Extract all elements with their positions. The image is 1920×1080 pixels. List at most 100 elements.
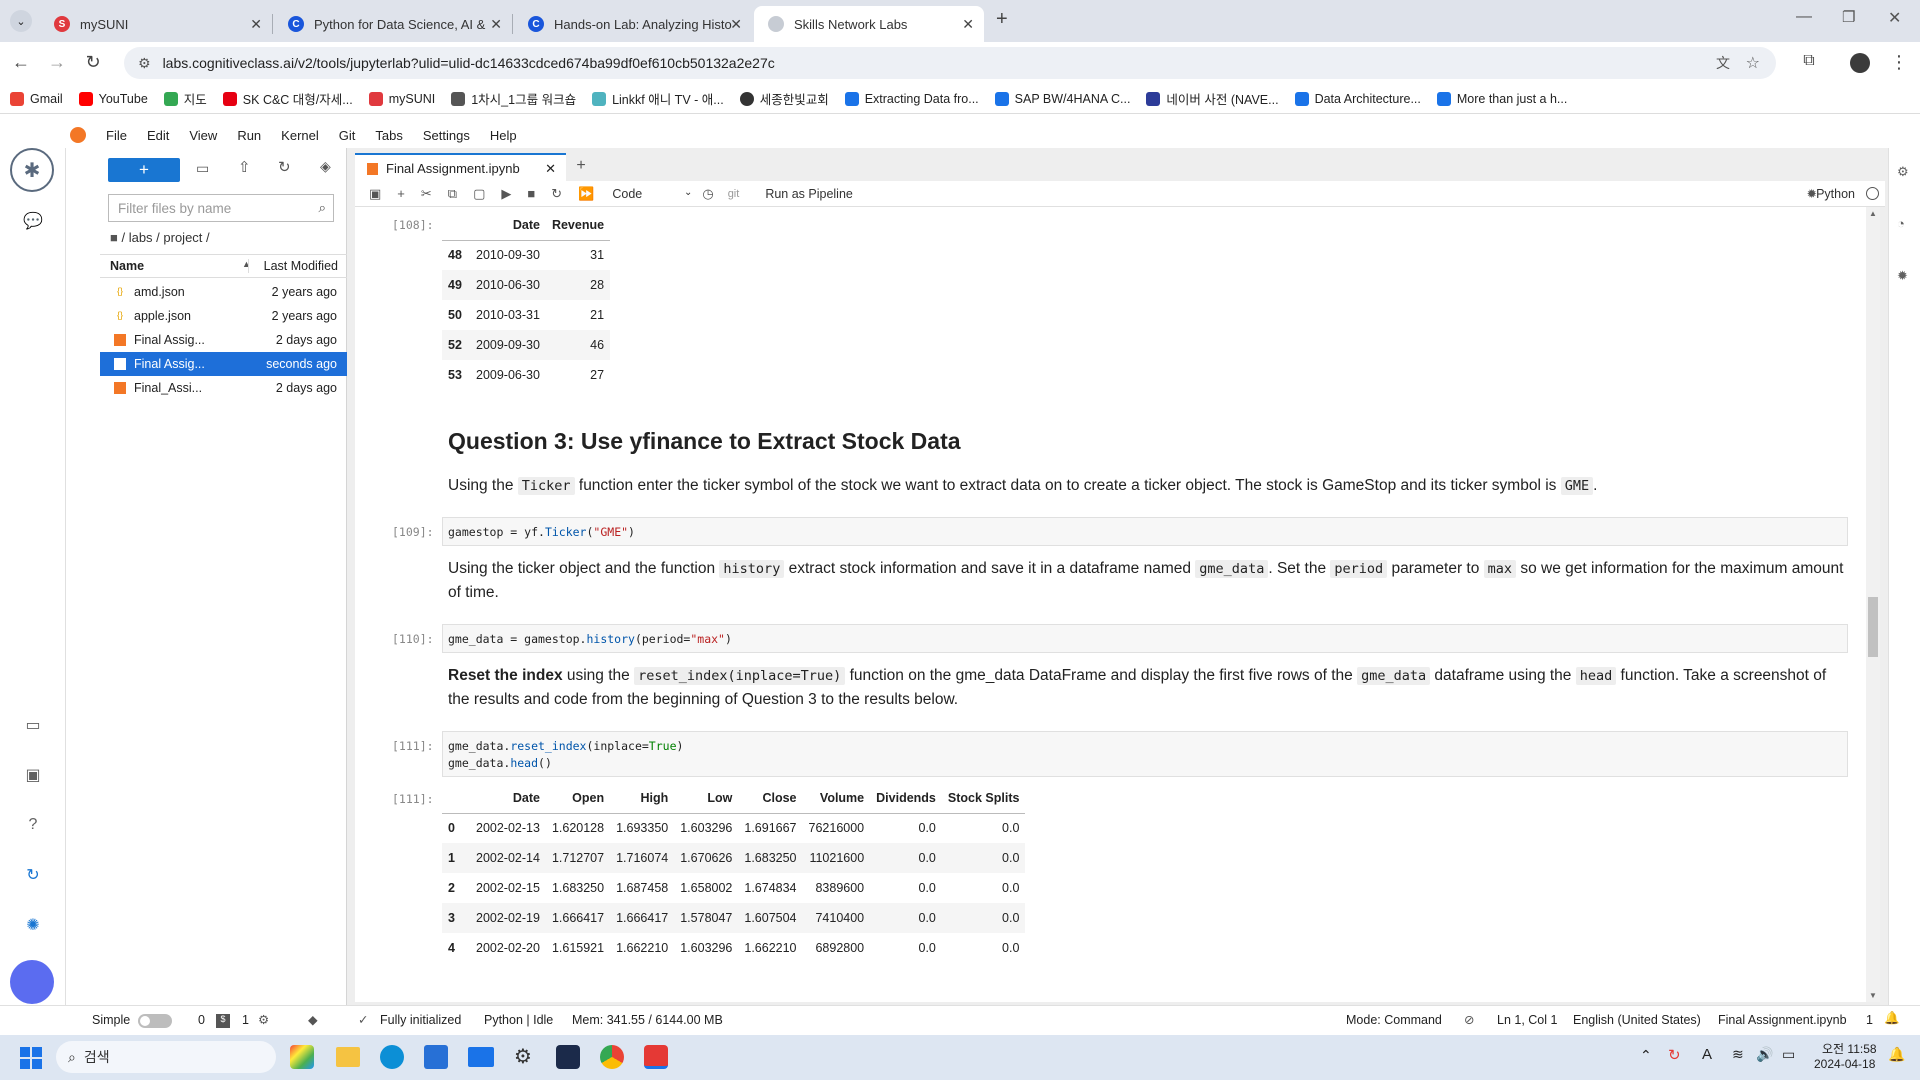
menu-run[interactable]: Run: [237, 128, 261, 143]
reload-icon[interactable]: ↻: [82, 52, 104, 73]
bell-icon[interactable]: 🔔: [1884, 1011, 1900, 1026]
theme-icon[interactable]: ✺: [22, 914, 44, 936]
profile-avatar-icon[interactable]: [1850, 53, 1870, 73]
bookmark-mysuni[interactable]: mySUNI: [368, 91, 435, 106]
restore-window-button[interactable]: ❐: [1842, 8, 1855, 26]
code-cell-110[interactable]: gme_data = gamestop.history(period="max"…: [442, 624, 1848, 653]
browser-tab-python-course[interactable]: C Python for Data Science, AI & ✕: [274, 6, 513, 42]
bookmark-youtube[interactable]: YouTube: [78, 91, 148, 106]
bookmark-church[interactable]: 세종한빛교회: [739, 89, 829, 108]
menu-help[interactable]: Help: [490, 128, 517, 143]
inbox-icon[interactable]: ▭: [22, 714, 44, 736]
back-arrow-icon[interactable]: ←: [10, 52, 32, 73]
bookmark-workshop[interactable]: 1차시_1그룹 워크숍: [451, 89, 576, 108]
chrome-icon[interactable]: [600, 1045, 624, 1069]
bookmark-extracting-data[interactable]: Extracting Data fro...: [844, 91, 979, 106]
stop-icon[interactable]: ■: [527, 186, 535, 201]
scroll-down-icon[interactable]: ▼: [1869, 991, 1877, 1000]
code-cell-109[interactable]: gamestop = yf.Ticker("GME"): [442, 517, 1848, 546]
run-as-pipeline-button[interactable]: Run as Pipeline: [765, 187, 853, 201]
file-explorer-icon[interactable]: [336, 1047, 360, 1067]
git-status-icon[interactable]: ◆: [308, 1012, 318, 1027]
clock-date[interactable]: 2024-04-18: [1814, 1057, 1875, 1071]
wifi-icon[interactable]: ≋: [1732, 1046, 1744, 1063]
snipping-tool-icon[interactable]: [644, 1045, 668, 1069]
run-icon[interactable]: ▶: [501, 186, 511, 202]
sync-tray-icon[interactable]: ↻: [1668, 1046, 1681, 1064]
save-icon[interactable]: ▣: [369, 186, 381, 202]
volume-icon[interactable]: 🔊: [1756, 1046, 1773, 1063]
battery-icon[interactable]: ▭: [1782, 1046, 1795, 1063]
file-list-item[interactable]: Final_Assi... 2 days ago: [100, 376, 347, 400]
chat-icon[interactable]: 💬: [22, 210, 44, 232]
translate-icon[interactable]: 文: [1716, 53, 1730, 73]
simple-mode-toggle[interactable]: [138, 1014, 172, 1028]
column-modified-header[interactable]: Last Modified: [248, 259, 338, 273]
show-hidden-icons-icon[interactable]: ⌃: [1640, 1047, 1652, 1064]
debugger-icon[interactable]: ✹: [1897, 268, 1908, 284]
ime-icon[interactable]: A: [1702, 1046, 1712, 1063]
bookmark-linkkf[interactable]: Linkkf 애니 TV - 애...: [592, 89, 724, 108]
menu-view[interactable]: View: [189, 128, 217, 143]
lsp-status-text[interactable]: Fully initialized: [380, 1013, 461, 1027]
paste-icon[interactable]: ▢: [473, 186, 485, 202]
browser-tab-skills-network[interactable]: Skills Network Labs ✕: [754, 6, 984, 42]
kernel-status-text[interactable]: Python | Idle: [484, 1013, 553, 1027]
git-clone-icon[interactable]: ◈: [320, 158, 331, 175]
bookmark-more[interactable]: More than just a h...: [1436, 91, 1567, 106]
new-launcher-button[interactable]: +: [108, 158, 180, 182]
kernel-count[interactable]: 1: [242, 1013, 249, 1027]
notification-count[interactable]: 1: [1866, 1013, 1873, 1027]
close-notebook-tab-icon[interactable]: ✕: [545, 161, 556, 177]
cursor-position[interactable]: Ln 1, Col 1: [1497, 1013, 1557, 1027]
spellcheck-language[interactable]: English (United States): [1573, 1013, 1701, 1027]
clock-icon[interactable]: ◷: [702, 186, 713, 202]
clock-time[interactable]: 오전 11:58: [1822, 1040, 1877, 1057]
help-icon[interactable]: ?: [22, 814, 44, 836]
code-cell-111[interactable]: gme_data.reset_index(inplace=True) gme_d…: [442, 731, 1848, 777]
menu-git[interactable]: Git: [339, 128, 356, 143]
menu-kernel[interactable]: Kernel: [281, 128, 319, 143]
cell-type-select[interactable]: Code ⌄: [612, 187, 692, 201]
bookmark-skcc[interactable]: SK C&C 대형/자세...: [222, 89, 353, 108]
close-window-button[interactable]: ✕: [1888, 8, 1901, 28]
minimize-window-button[interactable]: —: [1796, 8, 1812, 26]
close-tab-icon[interactable]: ✕: [490, 16, 502, 33]
close-tab-icon[interactable]: ✕: [962, 16, 974, 33]
kernel-name[interactable]: Python: [1816, 187, 1855, 201]
notification-bell-icon[interactable]: 🔔: [1888, 1046, 1905, 1063]
notebook-scrollbar[interactable]: ▲ ▼: [1866, 207, 1880, 1002]
colorful-app-icon[interactable]: [290, 1045, 314, 1069]
browser-tab-hands-on-lab[interactable]: C Hands-on Lab: Analyzing Histo ✕: [514, 6, 752, 42]
browser-tab-mysuni[interactable]: S mySUNI ✕: [40, 6, 273, 42]
menu-settings[interactable]: Settings: [423, 128, 470, 143]
edge-icon[interactable]: [380, 1045, 404, 1069]
close-tab-icon[interactable]: ✕: [250, 16, 262, 33]
documentation-icon[interactable]: ▣: [22, 764, 44, 786]
menu-edit[interactable]: Edit: [147, 128, 169, 143]
scrollbar-thumb[interactable]: [1868, 597, 1878, 657]
file-list-item[interactable]: {} amd.json 2 years ago: [100, 280, 347, 304]
bookmark-sap[interactable]: SAP BW/4HANA C...: [994, 91, 1130, 106]
upload-icon[interactable]: ⇧: [238, 158, 251, 176]
forward-arrow-icon[interactable]: →: [46, 52, 68, 73]
user-avatar[interactable]: [10, 960, 54, 1004]
resource-usage-icon[interactable]: ◔: [1897, 216, 1905, 231]
scroll-up-icon[interactable]: ▲: [1869, 209, 1877, 218]
mail-icon[interactable]: [468, 1047, 494, 1067]
browser-menu-icon[interactable]: ⋮: [1888, 52, 1910, 73]
notebook-tab[interactable]: Final Assignment.ipynb ✕: [355, 153, 566, 182]
site-info-icon[interactable]: ⚙: [138, 55, 151, 72]
no-bug-icon[interactable]: ⊘: [1464, 1012, 1474, 1027]
settings-icon[interactable]: ⚙: [514, 1044, 532, 1069]
bookmark-maps[interactable]: 지도: [163, 89, 207, 108]
tab-list-dropdown[interactable]: ⌄: [10, 10, 32, 32]
insert-cell-icon[interactable]: +: [397, 186, 405, 201]
breadcrumb[interactable]: ■ / labs / project /: [110, 230, 210, 245]
bookmark-star-icon[interactable]: ☆: [1746, 53, 1760, 73]
skills-network-logo-icon[interactable]: ✱: [10, 148, 54, 192]
restart-kernel-icon[interactable]: ↻: [551, 186, 562, 202]
fast-forward-icon[interactable]: ⏩: [578, 186, 594, 202]
bookmark-naver-dict[interactable]: 네이버 사전 (NAVE...: [1146, 89, 1279, 108]
terminal-count[interactable]: 0: [198, 1013, 205, 1027]
